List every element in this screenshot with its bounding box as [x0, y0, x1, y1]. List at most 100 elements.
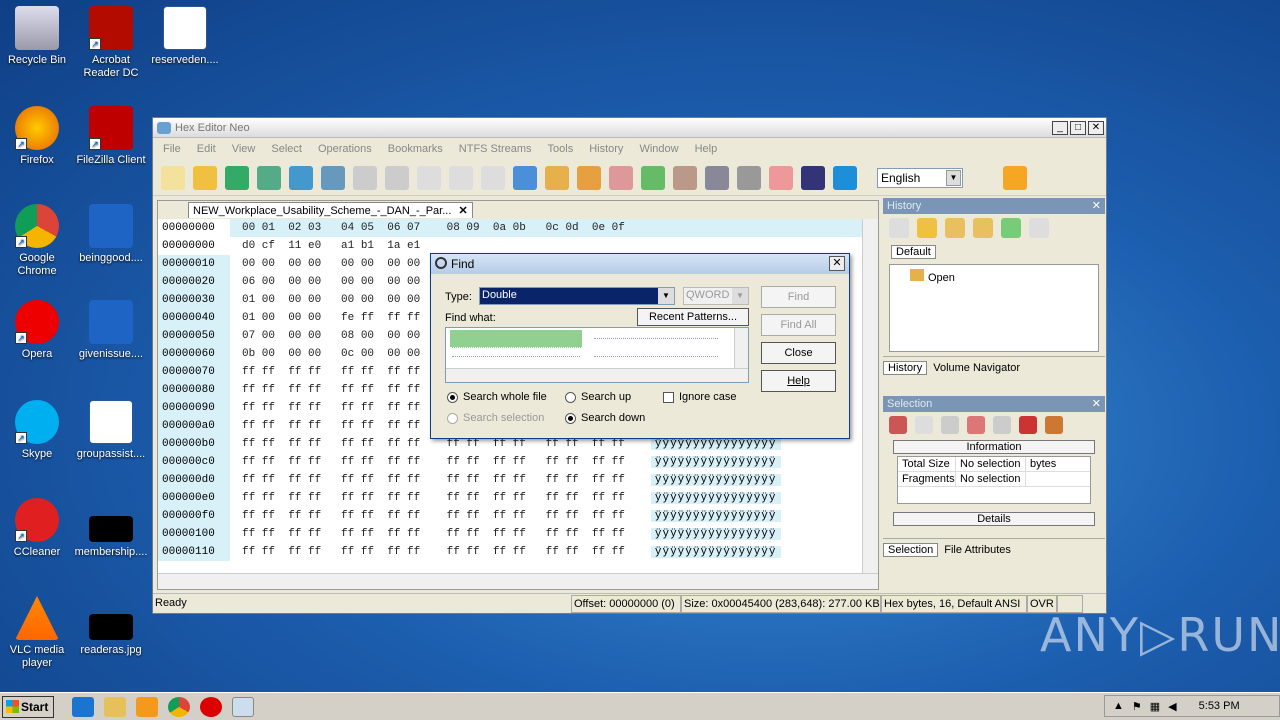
row-bytes[interactable]: ff ff ff ff ff ff ff ff ff ff ff ff ff f… — [230, 492, 625, 504]
bits-icon[interactable] — [673, 165, 697, 190]
save-all-icon[interactable] — [257, 165, 281, 190]
chrome-icon[interactable] — [168, 696, 190, 717]
menu-bookmarks[interactable]: Bookmarks — [388, 143, 443, 155]
close-dialog-button[interactable]: Close — [761, 342, 836, 364]
history-icon-2[interactable] — [917, 218, 937, 238]
table-row[interactable]: 000000d0 ff ff ff ff ff ff ff ff ff ff ff… — [158, 471, 878, 489]
close-tab-icon[interactable]: ✕ — [458, 205, 467, 217]
row-bytes[interactable]: d0 cf 11 e0 a1 b1 1a e1 — [230, 240, 420, 252]
select-clear-icon[interactable] — [915, 416, 933, 434]
history-item-open[interactable]: Open — [910, 269, 1078, 284]
row-bytes[interactable]: ff ff ff ff ff ff ff ff ff ff ff ff ff f… — [230, 438, 625, 450]
tools-icon[interactable] — [705, 165, 729, 190]
language-select[interactable]: English ▼ — [877, 167, 963, 188]
menu-edit[interactable]: Edit — [197, 143, 216, 155]
desktop-icon-skype[interactable]: ↗ Skype — [0, 400, 74, 461]
desktop-icon-groupassist[interactable]: groupassist.... — [74, 400, 148, 461]
find-button[interactable]: Find — [761, 286, 836, 308]
horizontal-scrollbar[interactable] — [158, 573, 878, 589]
history-icon-6[interactable] — [1029, 218, 1049, 238]
open-folder-icon[interactable] — [193, 165, 217, 190]
search-down-radio[interactable]: Search down — [565, 412, 645, 424]
row-bytes[interactable]: ff ff ff ff ff ff ff ff ff ff ff ff ff f… — [230, 546, 625, 558]
paste-icon[interactable] — [481, 165, 505, 190]
table-row[interactable]: 000000e0 ff ff ff ff ff ff ff ff ff ff ff… — [158, 489, 878, 507]
history-default-tab[interactable]: Default — [883, 242, 1105, 262]
information-header[interactable]: Information — [893, 440, 1095, 454]
find-prev-icon[interactable] — [609, 165, 633, 190]
clock[interactable]: 5:53 PM — [1199, 700, 1240, 712]
minimize-button[interactable]: _ — [1052, 120, 1068, 135]
select-export-icon[interactable] — [1045, 416, 1063, 434]
opera-icon[interactable] — [200, 696, 222, 717]
fullscreen-icon[interactable] — [833, 165, 857, 190]
menu-file[interactable]: File — [163, 143, 181, 155]
save-icon[interactable] — [225, 165, 249, 190]
search-up-radio[interactable]: Search up — [565, 391, 631, 403]
details-button[interactable]: Details — [893, 512, 1095, 526]
select-expand-icon[interactable] — [967, 416, 985, 434]
binary-icon[interactable] — [801, 165, 825, 190]
desktop-icon-filezilla[interactable]: ↗ FileZilla Client — [74, 106, 148, 167]
table-row[interactable]: 000000c0 ff ff ff ff ff ff ff ff ff ff ff… — [158, 453, 878, 471]
maximize-button[interactable]: □ — [1070, 120, 1086, 135]
history-icon-1[interactable] — [889, 218, 909, 238]
desktop-icon-membership[interactable]: membership.... — [74, 498, 148, 559]
save-as-icon[interactable] — [289, 165, 313, 190]
desktop-icon-chrome[interactable]: ↗ Google Chrome — [0, 204, 74, 278]
row-ascii[interactable]: ÿÿÿÿÿÿÿÿÿÿÿÿÿÿÿÿ — [650, 438, 781, 450]
select-grid-icon[interactable] — [941, 416, 959, 434]
ignore-case-checkbox[interactable]: Ignore case — [663, 391, 736, 403]
row-ascii[interactable]: ÿÿÿÿÿÿÿÿÿÿÿÿÿÿÿÿ — [650, 510, 781, 522]
menu-ntfs-streams[interactable]: NTFS Streams — [459, 143, 532, 155]
menu-view[interactable]: View — [232, 143, 256, 155]
hex-editor-task-icon[interactable] — [232, 696, 254, 717]
type-select[interactable]: Double ▼ — [479, 287, 675, 305]
tab-selection[interactable]: Selection — [883, 542, 939, 557]
desktop-icon-opera[interactable]: ↗ Opera — [0, 300, 74, 361]
menu-history[interactable]: History — [589, 143, 623, 155]
select-fragments-icon[interactable] — [993, 416, 1011, 434]
menu-window[interactable]: Window — [639, 143, 678, 155]
volume-icon[interactable]: ◀ — [1168, 700, 1176, 713]
vertical-scrollbar[interactable] — [862, 219, 878, 573]
explorer-icon[interactable] — [104, 696, 126, 717]
desktop-icon-ccleaner[interactable]: ↗ CCleaner — [0, 498, 74, 559]
history-icon-4[interactable] — [973, 218, 993, 238]
media-player-icon[interactable] — [136, 696, 158, 717]
history-icon-3[interactable] — [945, 218, 965, 238]
menu-select[interactable]: Select — [271, 143, 302, 155]
row-bytes[interactable]: ff ff ff ff ff ff ff ff ff ff ff ff ff f… — [230, 510, 625, 522]
select-block-icon[interactable] — [889, 416, 907, 434]
row-bytes[interactable]: ff ff ff ff ff ff ff ff ff ff ff ff ff f… — [230, 474, 625, 486]
menu-tools[interactable]: Tools — [548, 143, 574, 155]
row-bytes[interactable]: 07 00 00 00 08 00 00 00 — [230, 330, 420, 342]
close-button[interactable]: ✕ — [1088, 120, 1104, 135]
row-bytes[interactable]: ff ff ff ff ff ff ff ff — [230, 366, 420, 378]
help-tool-icon[interactable] — [1003, 165, 1027, 190]
row-bytes[interactable]: ff ff ff ff ff ff ff ff ff ff ff ff ff f… — [230, 528, 625, 540]
desktop-icon-recycle-bin[interactable]: Recycle Bin — [0, 6, 74, 67]
start-button[interactable]: Start — [2, 695, 54, 718]
search-whole-file-radio[interactable]: Search whole file — [447, 391, 547, 403]
row-ascii[interactable]: ÿÿÿÿÿÿÿÿÿÿÿÿÿÿÿÿ — [650, 456, 781, 468]
close-pane-icon[interactable]: ✕ — [1092, 396, 1101, 412]
table-row[interactable]: 00000110 ff ff ff ff ff ff ff ff ff ff ff… — [158, 543, 878, 561]
close-icon[interactable]: ✕ — [829, 256, 845, 271]
print-icon[interactable] — [321, 165, 345, 190]
menu-help[interactable]: Help — [695, 143, 718, 155]
copy-icon[interactable] — [449, 165, 473, 190]
select-check-icon[interactable] — [1019, 416, 1037, 434]
pattern-icon[interactable] — [641, 165, 665, 190]
row-ascii[interactable]: ÿÿÿÿÿÿÿÿÿÿÿÿÿÿÿÿ — [650, 474, 781, 486]
undo-icon[interactable] — [353, 165, 377, 190]
row-bytes[interactable]: ff ff ff ff ff ff ff ff — [230, 384, 420, 396]
edit-icon[interactable] — [417, 165, 441, 190]
find-what-hscroll[interactable] — [446, 368, 748, 382]
row-bytes[interactable]: ff ff ff ff ff ff ff ff ff ff ff ff ff f… — [230, 456, 625, 468]
desktop-icon-vlc[interactable]: VLC media player — [0, 596, 74, 670]
tab-volume-navigator[interactable]: Volume Navigator — [927, 362, 1026, 374]
row-ascii[interactable]: ÿÿÿÿÿÿÿÿÿÿÿÿÿÿÿÿ — [650, 492, 781, 504]
row-ascii[interactable]: ÿÿÿÿÿÿÿÿÿÿÿÿÿÿÿÿ — [650, 546, 781, 558]
find-all-button[interactable]: Find All — [761, 314, 836, 336]
